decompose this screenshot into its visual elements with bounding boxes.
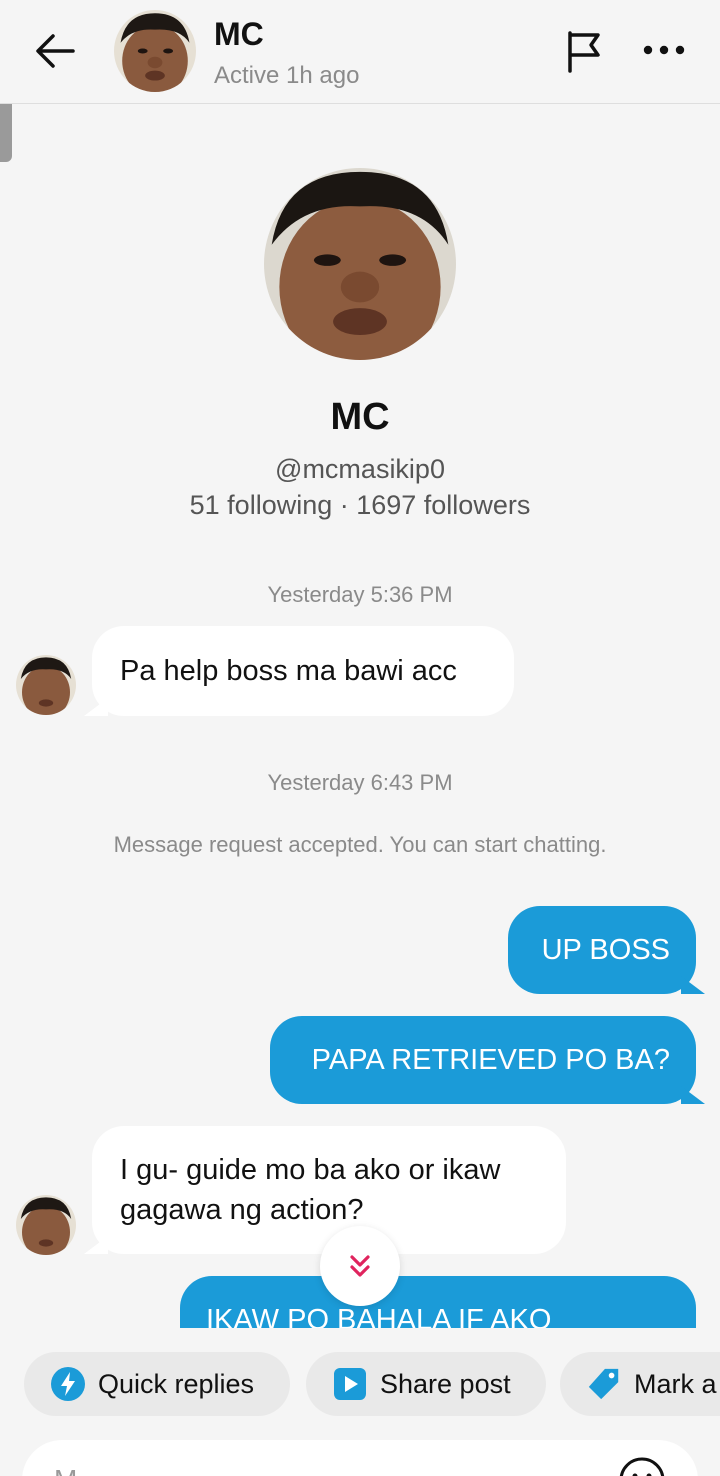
- more-options-button[interactable]: [636, 30, 692, 70]
- timestamp: Yesterday 5:36 PM: [267, 582, 453, 607]
- flag-icon: [568, 31, 600, 73]
- message-incoming[interactable]: Pa help boss ma bawi acc: [84, 626, 514, 716]
- chat-header: MC Active 1h ago: [0, 0, 720, 104]
- chevron-double-down-icon: [350, 1255, 370, 1277]
- chip-label: Mark a: [634, 1368, 717, 1399]
- back-button[interactable]: [30, 28, 80, 74]
- tag-icon: [586, 1366, 622, 1402]
- message-outgoing[interactable]: IKAW PO BAHALA IF AKO: [180, 1276, 696, 1328]
- message-text: UP BOSS: [541, 933, 670, 966]
- active-status: Active 1h ago: [214, 62, 360, 89]
- message-text: IKAW PO BAHALA IF AKO: [206, 1303, 552, 1329]
- quick-replies-chip[interactable]: Quick replies: [24, 1352, 290, 1416]
- share-post-chip[interactable]: Share post: [306, 1352, 546, 1416]
- header-name[interactable]: MC: [214, 16, 264, 53]
- emoji-icon[interactable]: [618, 1456, 666, 1476]
- message-outgoing[interactable]: PAPA RETRIEVED PO BA?: [270, 1016, 705, 1104]
- message-text: Pa help boss ma bawi acc: [120, 655, 457, 687]
- bubble-tail: [84, 1236, 108, 1254]
- sender-avatar[interactable]: [16, 655, 76, 715]
- sender-avatar[interactable]: [16, 1195, 76, 1255]
- more-icon: [643, 45, 685, 55]
- message-outgoing[interactable]: UP BOSS: [508, 906, 705, 994]
- profile-name[interactable]: MC: [0, 396, 720, 439]
- bubble-tail: [84, 698, 108, 716]
- profile-stats: 51 following · 1697 followers: [189, 490, 531, 520]
- play-icon: [332, 1366, 368, 1402]
- chip-label: Quick replies: [98, 1368, 255, 1399]
- mark-chip[interactable]: Mark a: [560, 1352, 720, 1416]
- profile-handle: @mcmasikip0: [275, 454, 445, 484]
- back-arrow-icon: [36, 34, 75, 68]
- header-avatar[interactable]: [114, 10, 196, 92]
- message-incoming[interactable]: I gu- guide mo ba ako or ikaw gagawa ng …: [84, 1126, 566, 1254]
- scroll-to-bottom-button[interactable]: [320, 1226, 400, 1306]
- system-message: Message request accepted. You can start …: [113, 832, 607, 857]
- quick-action-chips: Quick replies Share post Mark a: [0, 1342, 720, 1426]
- message-text-line2: gagawa ng action?: [120, 1194, 364, 1226]
- message-text-line1: I gu- guide mo ba ako or ikaw: [120, 1154, 501, 1186]
- report-button[interactable]: [560, 28, 608, 74]
- timestamp: Yesterday 6:43 PM: [267, 770, 453, 795]
- lightning-icon: [50, 1366, 86, 1402]
- input-placeholder: M: [54, 1464, 77, 1476]
- message-text: PAPA RETRIEVED PO BA?: [311, 1043, 670, 1076]
- bubble-tail: [681, 976, 705, 994]
- chip-label: Share post: [380, 1368, 511, 1399]
- bubble-tail: [681, 1086, 705, 1104]
- message-input[interactable]: M: [22, 1440, 698, 1476]
- profile-avatar[interactable]: [264, 168, 456, 360]
